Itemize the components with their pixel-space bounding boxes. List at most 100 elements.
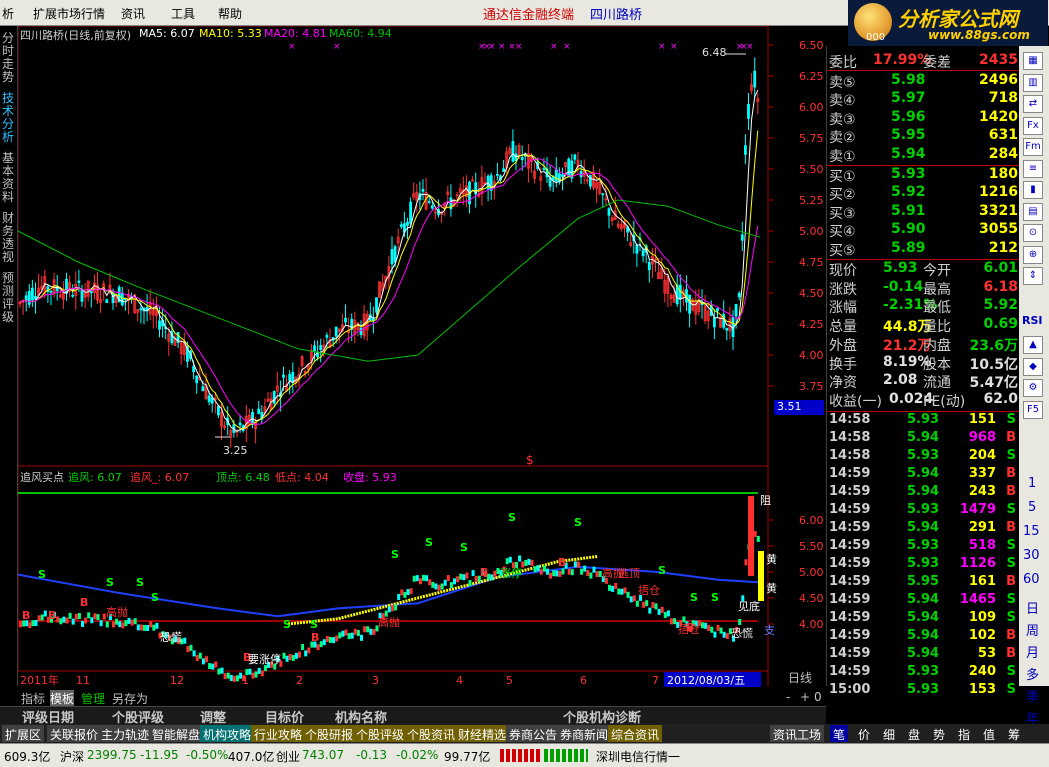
toolbar-chart-icon[interactable]: ▦ [1023,52,1043,70]
x-axis-label: 7 [652,674,659,686]
rsi-button[interactable]: RSI [1022,314,1043,327]
ext-tab[interactable]: 主力轨迹 [98,725,153,742]
period-day[interactable]: 日 [1026,598,1039,617]
quote-tool-tab[interactable]: 笔 [830,725,849,742]
news-ticker[interactable]: 深圳电信行情一 [596,748,680,765]
bid-row[interactable]: 买③ 5.91 3321 [827,203,1020,222]
toolbar-arrow-icon[interactable]: ⇕ [1023,267,1043,285]
ext-tab[interactable]: 行业攻略 [251,725,306,742]
ext-tab[interactable]: 扩展区 [2,725,45,742]
ask-row[interactable]: 卖① 5.94 284 [827,146,1020,165]
ext-tab[interactable]: 关联报价 [47,725,102,742]
quote-tool-tab[interactable]: 细 [880,725,898,742]
menu-tools[interactable]: 工具 [171,5,195,22]
toolbar-tick-icon[interactable]: ≡ [1023,159,1043,178]
ext-tab[interactable]: 券商新闻 [557,725,612,742]
sub-signal-bar [648,607,652,614]
quote-tool-tab[interactable]: 势 [930,725,948,742]
toolbar-grid-icon[interactable]: ▤ [1023,202,1043,221]
save-as-button[interactable]: 另存为 [112,690,148,707]
tab-forecast[interactable]: 预测评级 [2,272,16,324]
period-week[interactable]: 周 [1026,620,1039,639]
ask-row[interactable]: 卖④ 5.97 718 [827,90,1020,109]
tab-financials[interactable]: 财务透视 [2,212,16,264]
sub-signal-bar [248,668,252,675]
candle-body [282,374,285,378]
toolbar-search-icon[interactable]: ⊙ [1023,224,1043,242]
menu-analysis[interactable]: 析 [2,5,14,22]
quote-tool-tab[interactable]: 指 [955,725,973,742]
period-month[interactable]: 月 [1026,642,1039,661]
kline-canvas[interactable]: 6.50 6.25 6.00 5.75 5.50 5.25 5.00 4.75 4.50 4.25… [18,26,826,686]
ext-tab[interactable]: 智能解盘 [149,725,204,742]
period-60min[interactable]: 60 [1023,572,1040,587]
bid-row[interactable]: 买④ 5.90 3055 [827,221,1020,240]
quote-tool-tab[interactable]: 筹 [1005,725,1023,742]
menu-news[interactable]: 资讯 [121,5,145,22]
period-label[interactable]: 日线 [788,669,812,686]
candle-body [647,261,651,271]
candle-body [34,295,37,300]
period-5min[interactable]: 5 [1028,500,1036,515]
tab-intraday[interactable]: 分时走势 [2,32,16,84]
toolbar-up-icon[interactable]: ▲ [1023,336,1043,354]
bid-row[interactable]: 买① 5.93 180 [827,166,1020,185]
zoom-in-button[interactable]: + [800,690,810,704]
quote-tool-tab[interactable]: 盘 [905,725,923,742]
ext-tab[interactable]: 综合资讯 [608,725,663,742]
kline-chart-area[interactable]: 6.50 6.25 6.00 5.75 5.50 5.25 5.00 4.75 4.50 4.25… [18,26,826,687]
toolbar-fm-icon[interactable]: Fm [1023,138,1043,156]
toolbar-gear-icon[interactable]: ⚙ [1023,379,1043,397]
zoom-reset-button[interactable]: 0 [814,690,822,704]
toolbar-candle-icon[interactable]: ▮ [1023,181,1043,199]
ext-tab[interactable]: 个股研报 [302,725,357,742]
sub-signal-bar [40,614,44,621]
period-30min[interactable]: 30 [1023,548,1040,563]
sub-signal-bar [437,584,441,591]
period-season[interactable]: 季 [1026,686,1039,705]
toolbar-compare-icon[interactable]: ⇄ [1023,95,1043,113]
period-multi[interactable]: 多 [1026,664,1039,683]
quote-tool-tab[interactable]: 值 [980,725,998,742]
ask-row[interactable]: 卖③ 5.96 1420 [827,109,1020,128]
ext-tab[interactable]: 券商公告 [506,725,561,742]
ext-tab[interactable]: 资讯工场 [770,725,825,742]
toolbar-diamond-icon[interactable]: ◆ [1023,357,1043,376]
sell-signal: S [38,568,46,581]
sub-signal-bar [654,603,658,610]
sub-signal-bar [713,631,717,638]
ext-tab[interactable]: 财经精选 [455,725,510,742]
sub-signal-bar [71,618,75,625]
template-button[interactable]: 模板 [50,690,75,707]
quote-tool-tab[interactable]: 价 [855,725,873,742]
stat-label: 净资 [829,375,857,392]
ext-tab[interactable]: 机构攻略 [200,725,255,742]
ext-tab[interactable]: 个股评级 [353,725,408,742]
period-15min[interactable]: 15 [1023,524,1040,539]
ask-row[interactable]: 卖⑤ 5.98 2496 [827,72,1020,91]
tab-technical[interactable]: 技术分析 [2,92,16,144]
stat-label-2: 最低 [923,300,951,317]
toolbar-bar-icon[interactable]: ▥ [1023,73,1043,92]
bid-row[interactable]: 买⑤ 5.89 212 [827,240,1020,259]
stat-row: 净资 2.08 流通 5.47亿 [827,372,1020,392]
tick-row: 14:58 5.94 968 B [827,430,1020,448]
sub-signal-bar [115,618,119,625]
menu-help[interactable]: 帮助 [218,5,242,22]
toolbar-zoom-icon[interactable]: ⊕ [1023,245,1043,264]
indicator-button[interactable]: 指标 [21,690,45,707]
sub-signal-bar [397,593,401,600]
toolbar-f5-icon[interactable]: F5 [1023,400,1043,419]
manage-button[interactable]: 管理 [81,690,105,707]
bid-row[interactable]: 买② 5.92 1216 [827,184,1020,203]
toolbar-fx-icon[interactable]: Fx [1023,116,1043,135]
zoom-out-button[interactable]: - [786,690,790,704]
tab-fundamentals[interactable]: 基本资料 [2,152,16,204]
ext-tab[interactable]: 个股资讯 [404,725,459,742]
bid-price: 5.93 [891,166,926,182]
y-tick-label: 3.75 [799,380,824,393]
ask-row[interactable]: 卖② 5.95 631 [827,127,1020,146]
menu-extended-market[interactable]: 扩展市场行情 [33,5,105,22]
tick-row: 14:58 5.93 204 S [827,448,1020,466]
period-1min[interactable]: 1 [1028,476,1036,491]
